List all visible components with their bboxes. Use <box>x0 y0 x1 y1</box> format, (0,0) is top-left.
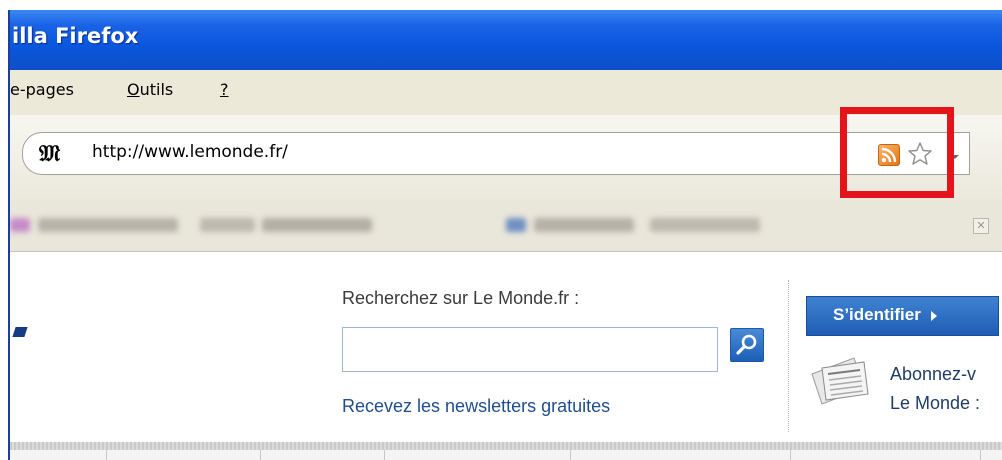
blurred-bookmark[interactable] <box>262 218 372 232</box>
login-button[interactable]: S’identifier <box>806 296 999 336</box>
blurred-bookmark[interactable] <box>200 218 255 232</box>
url-bar[interactable]: 𝔐 http://www.lemonde.fr/ <box>22 132 970 175</box>
blurred-bookmark[interactable] <box>38 218 178 232</box>
lemonde-site-icon: 𝔐 <box>39 140 60 167</box>
site-logo-fragment <box>12 327 28 337</box>
search-button[interactable] <box>730 328 764 362</box>
window-title: illa Firefox <box>12 24 139 48</box>
menu-item-outils[interactable]: Outils <box>127 80 173 99</box>
blurred-bookmark[interactable] <box>506 218 526 232</box>
nav-cell-divider <box>790 450 791 460</box>
browser-window: illa Firefox e-pages Outils ? 𝔐 http://w… <box>8 10 1002 460</box>
nav-separator-stripe <box>10 442 1002 450</box>
menu-item-help[interactable]: ? <box>220 80 229 99</box>
subscribe-text[interactable]: Abonnez-v Le Monde : <box>890 360 980 418</box>
highlight-box <box>840 107 954 198</box>
blurred-bookmark[interactable] <box>650 218 760 232</box>
vertical-divider <box>788 280 789 432</box>
newspaper-icon <box>811 357 869 405</box>
nav-cell-divider <box>384 450 385 460</box>
magnifier-icon <box>736 334 757 355</box>
search-label: Recherchez sur Le Monde.fr : <box>342 288 580 308</box>
close-icon[interactable]: ✕ <box>973 218 989 234</box>
blurred-bookmark[interactable] <box>534 218 634 232</box>
nav-cell-divider <box>260 450 261 460</box>
url-text[interactable]: http://www.lemonde.fr/ <box>92 142 288 162</box>
nav-cell-divider <box>980 450 981 460</box>
bookmarks-toolbar: ✕ <box>10 201 1002 252</box>
search-input[interactable] <box>342 327 718 372</box>
nav-cell-divider <box>570 450 571 460</box>
section-nav-bar <box>10 450 1002 460</box>
nav-cell-divider <box>106 450 107 460</box>
newsletter-link[interactable]: Recevez les newsletters gratuites <box>342 396 610 417</box>
blurred-bookmark[interactable] <box>10 218 30 232</box>
menu-item-epages[interactable]: e-pages <box>10 80 74 99</box>
page-content: Recherchez sur Le Monde.fr : Recevez les… <box>10 252 1002 460</box>
arrow-right-icon <box>930 310 937 321</box>
title-bar[interactable]: illa Firefox <box>10 10 1002 70</box>
